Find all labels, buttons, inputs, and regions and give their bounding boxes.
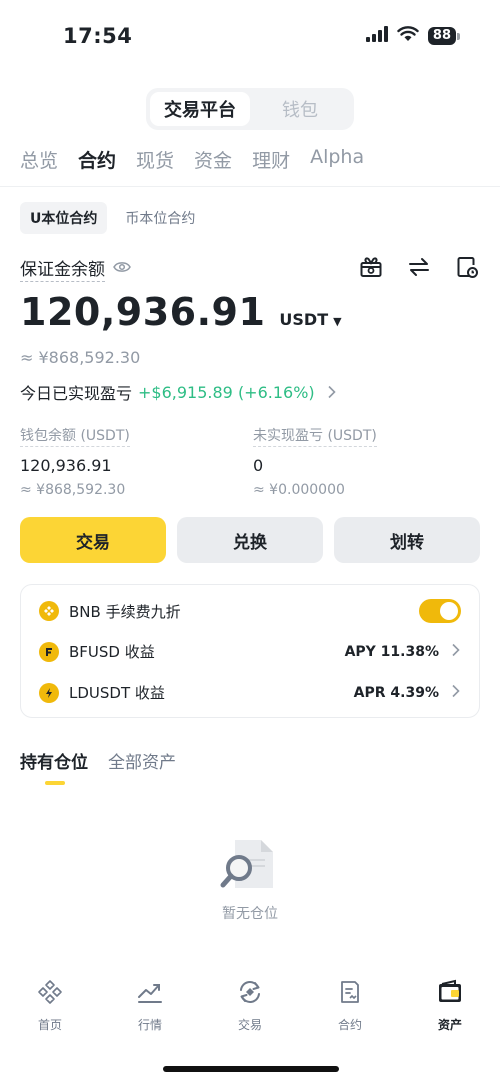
transfer-button[interactable]: 划转 bbox=[334, 517, 480, 563]
nav-assets-label: 资产 bbox=[437, 1018, 462, 1032]
ldusdt-yield-label: LDUSDT 收益 bbox=[69, 684, 165, 702]
futures-sub-tabs: U本位合约 币本位合约 bbox=[20, 202, 205, 234]
tab-coinm-futures[interactable]: 币本位合约 bbox=[115, 202, 205, 234]
ldusdt-yield-row[interactable]: LDUSDT 收益 APR 4.39% bbox=[39, 682, 461, 703]
currency-label: USDT bbox=[279, 310, 329, 329]
nav-assets[interactable]: 资产 bbox=[400, 978, 500, 1048]
eye-icon[interactable] bbox=[113, 259, 131, 278]
wallet-icon bbox=[436, 978, 464, 1006]
wallet-balance-label[interactable]: 钱包余额 (USDT) bbox=[20, 425, 130, 447]
bnb-discount-row: BNB 手续费九折 bbox=[39, 599, 461, 623]
tabs-divider bbox=[0, 186, 500, 187]
bfusd-coin-icon bbox=[39, 641, 59, 662]
status-time: 17:54 bbox=[63, 24, 133, 48]
chevron-right-icon bbox=[451, 683, 461, 702]
benefits-card: BNB 手续费九折 BFUSD 收益 APY 11.38% LDUSDT 收益 … bbox=[20, 584, 480, 718]
margin-balance-fiat: ≈ ¥868,592.30 bbox=[20, 348, 141, 367]
wallet-balance-fiat: ≈ ¥868,592.30 bbox=[20, 482, 126, 498]
action-buttons: 交易 兑换 划转 bbox=[20, 517, 480, 563]
cellular-signal-icon bbox=[365, 26, 388, 46]
bfusd-apy: APY 11.38% bbox=[344, 643, 439, 660]
tab-futures[interactable]: 合约 bbox=[78, 146, 116, 173]
toggle-knob bbox=[440, 602, 458, 620]
empty-document-search-icon bbox=[219, 838, 279, 898]
bnb-coin-icon bbox=[39, 601, 59, 621]
nav-futures[interactable]: 合约 bbox=[300, 978, 400, 1048]
futures-document-icon bbox=[336, 978, 364, 1006]
today-pnl-label: 今日已实现盈亏 bbox=[20, 384, 133, 403]
tab-alpha[interactable]: Alpha bbox=[310, 146, 364, 173]
convert-button[interactable]: 兑换 bbox=[177, 517, 323, 563]
today-pnl-value: +$6,915.89 (+6.16%) bbox=[138, 382, 315, 402]
account-type-segment: 交易平台 钱包 bbox=[146, 88, 354, 130]
today-pnl-row[interactable]: 今日已实现盈亏 +$6,915.89 (+6.16%) bbox=[20, 380, 337, 404]
battery-tip bbox=[457, 32, 460, 40]
segment-exchange[interactable]: 交易平台 bbox=[150, 92, 250, 126]
nav-trade[interactable]: 交易 bbox=[200, 978, 300, 1048]
chevron-right-icon bbox=[327, 385, 337, 399]
caret-down-icon: ▼ bbox=[333, 315, 342, 328]
swap-arrows-icon[interactable] bbox=[406, 254, 432, 280]
tab-earn[interactable]: 理财 bbox=[252, 146, 290, 173]
active-tab-indicator bbox=[45, 781, 65, 785]
wifi-icon bbox=[397, 26, 419, 46]
margin-balance-label[interactable]: 保证金余额 bbox=[20, 255, 105, 282]
trade-button[interactable]: 交易 bbox=[20, 517, 166, 563]
bfusd-yield-row[interactable]: BFUSD 收益 APY 11.38% bbox=[39, 641, 461, 662]
margin-balance-header: 保证金余额 bbox=[20, 255, 131, 282]
header-actions bbox=[358, 254, 480, 280]
nav-home[interactable]: 首页 bbox=[0, 978, 100, 1048]
ldusdt-coin-icon bbox=[39, 682, 59, 703]
wallet-balance-stat: 钱包余额 (USDT) 120,936.91 ≈ ¥868,592.30 bbox=[20, 425, 130, 498]
margin-balance-value: 120,936.91 bbox=[20, 290, 266, 334]
nav-markets[interactable]: 行情 bbox=[100, 978, 200, 1048]
battery-level: 88 bbox=[427, 27, 456, 45]
bottom-nav: 首页 行情 交易 合约 资产 bbox=[0, 978, 500, 1048]
trade-cycle-icon bbox=[236, 978, 264, 1006]
unrealized-pnl-fiat: ≈ ¥0.000000 bbox=[253, 482, 345, 498]
tab-funding[interactable]: 资金 bbox=[194, 146, 232, 173]
home-indicator[interactable] bbox=[163, 1066, 339, 1072]
tab-overview[interactable]: 总览 bbox=[20, 146, 58, 173]
chevron-right-icon bbox=[451, 642, 461, 661]
nav-trade-label: 交易 bbox=[237, 1018, 262, 1032]
currency-selector[interactable]: USDT ▼ bbox=[279, 310, 341, 329]
nav-markets-label: 行情 bbox=[137, 1018, 162, 1032]
bfusd-yield-label: BFUSD 收益 bbox=[69, 643, 155, 661]
home-logo-icon bbox=[36, 978, 64, 1006]
tab-all-assets[interactable]: 全部资产 bbox=[108, 748, 176, 773]
ldusdt-apr: APR 4.39% bbox=[353, 684, 439, 701]
unrealized-pnl-stat: 未实现盈亏 (USDT) 0 ≈ ¥0.000000 bbox=[253, 425, 377, 498]
chart-icon bbox=[136, 978, 164, 1006]
status-bar: 17:54 88 bbox=[0, 0, 500, 72]
history-icon[interactable] bbox=[454, 254, 480, 280]
bnb-discount-label: BNB 手续费九折 bbox=[69, 602, 181, 621]
bnb-discount-toggle[interactable] bbox=[419, 599, 461, 623]
wallet-balance-value: 120,936.91 bbox=[20, 456, 112, 475]
nav-home-label: 首页 bbox=[37, 1018, 62, 1032]
empty-state-text: 暂无仓位 bbox=[222, 906, 278, 922]
holdings-tabs: 持有仓位 全部资产 bbox=[20, 748, 176, 773]
unrealized-pnl-value: 0 bbox=[253, 456, 264, 475]
status-indicators: 88 bbox=[365, 26, 460, 46]
segment-wallet[interactable]: 钱包 bbox=[250, 92, 350, 126]
tab-usdm-futures[interactable]: U本位合约 bbox=[20, 202, 108, 234]
unrealized-pnl-label[interactable]: 未实现盈亏 (USDT) bbox=[253, 425, 377, 447]
battery-icon: 88 bbox=[427, 27, 460, 45]
gift-icon[interactable] bbox=[358, 254, 384, 280]
nav-futures-label: 合约 bbox=[337, 1018, 362, 1032]
tab-spot[interactable]: 现货 bbox=[136, 146, 174, 173]
margin-balance: 120,936.91 USDT ▼ bbox=[20, 290, 342, 334]
tab-positions[interactable]: 持有仓位 bbox=[20, 748, 88, 773]
main-tabs: 总览 合约 现货 资金 理财 Alpha bbox=[20, 146, 364, 173]
